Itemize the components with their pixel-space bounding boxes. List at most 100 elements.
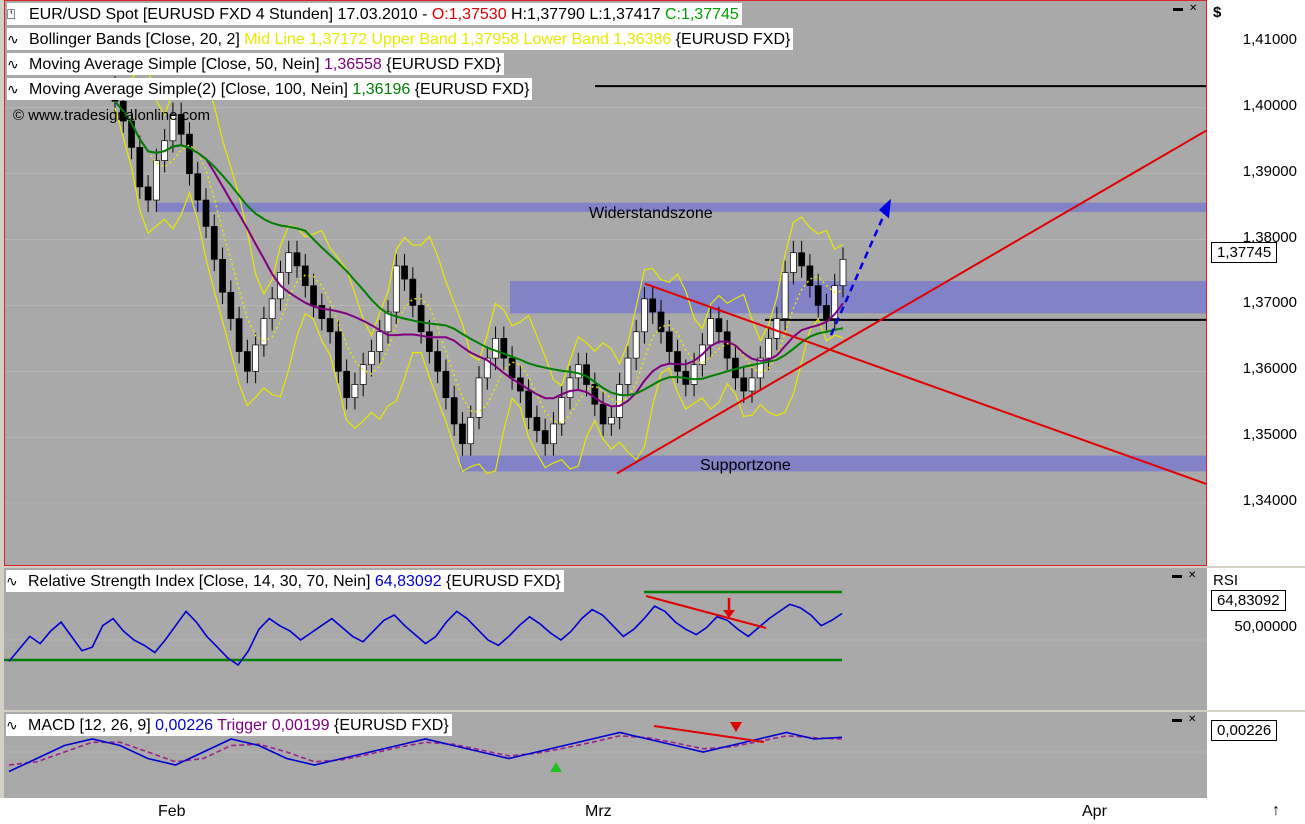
ma50-header[interactable]: ∿ Moving Average Simple [Close, 50, Nein]…	[7, 53, 504, 75]
candle-body	[368, 351, 375, 366]
x-label-apr: Apr	[1082, 803, 1107, 820]
forecast-arrow	[829, 207, 889, 336]
bollinger-label: Bollinger Bands [Close, 20, 2]	[29, 31, 245, 48]
candle-body	[781, 272, 789, 319]
candle-body	[268, 298, 276, 319]
close-icon[interactable]: ✕	[1188, 570, 1196, 581]
macd-label: MACD [12, 26, 9]	[28, 717, 156, 734]
rsi-pane[interactable]: ∿ Relative Strength Index [Close, 14, 30,…	[4, 568, 1207, 710]
candle-body	[202, 199, 210, 227]
candle-body	[310, 285, 317, 306]
bollinger-header[interactable]: ∿ Bollinger Bands [Close, 20, 2] Mid Line…	[7, 28, 794, 50]
wave-icon: ∿	[7, 81, 19, 97]
wave-icon: ∿	[6, 717, 18, 733]
macd-divergence-line	[653, 725, 765, 743]
macd-value: 0,00226	[155, 717, 214, 734]
candle-body	[624, 357, 632, 385]
candle-body	[459, 423, 466, 445]
minimize-icon[interactable]: ▬	[1172, 570, 1182, 581]
rsi-axis[interactable]: RSI 64,83092 50,00000	[1207, 568, 1305, 710]
candle-body	[798, 252, 805, 267]
candle-body	[442, 370, 450, 398]
price-tick-label: 1,35000	[1242, 426, 1297, 444]
candle-body	[541, 430, 549, 445]
candle-body	[467, 417, 475, 445]
rsi-value: 64,83092	[374, 573, 442, 590]
candle-body	[252, 344, 259, 372]
price-axis[interactable]: $ 1,41000 1,40000 1,39000 1,38000 1,37000 1,3…	[1207, 0, 1305, 566]
candle-body	[244, 351, 251, 372]
macd-header[interactable]: ∿ MACD [12, 26, 9] 0,00226 Trigger 0,0019…	[6, 714, 452, 736]
candle-body	[566, 377, 574, 398]
candle-body	[219, 258, 226, 293]
forecast-arrow-head	[879, 198, 891, 219]
ma50-label: Moving Average Simple [Close, 50, Nein]	[29, 56, 324, 73]
macd-trigger-value: Trigger 0,00199	[213, 717, 330, 734]
candle-body	[690, 364, 698, 385]
rsi-last-box: 64,83092	[1211, 590, 1286, 611]
rsi-label: Relative Strength Index [Close, 14, 30, …	[28, 573, 375, 590]
candle-body	[525, 390, 532, 418]
x-label-mrz: Mrz	[585, 803, 612, 820]
candle-body	[409, 278, 417, 306]
price-tick-label: 1,36000	[1242, 360, 1297, 378]
scroll-up-icon[interactable]: ↑	[1272, 802, 1280, 820]
ma100-header[interactable]: ∿ Moving Average Simple(2) [Close, 100, N…	[7, 78, 533, 100]
candle-icon: ⍞	[7, 6, 16, 22]
candle-body	[401, 265, 408, 280]
price-tick-label: 1,41000	[1242, 31, 1297, 48]
ma100-label: Moving Average Simple(2) [Close, 100, Ne…	[29, 81, 353, 98]
rsi-symbol: {EURUSD FXD}	[441, 573, 561, 590]
candle-body	[740, 377, 748, 392]
minimize-icon[interactable]: ▬	[1173, 3, 1183, 14]
candle-body	[574, 364, 582, 379]
time-axis[interactable]: Feb Mrz Apr ↑	[0, 798, 1305, 824]
last-price-box: 1,37745	[1211, 242, 1278, 263]
macd-axis[interactable]: 0,00226	[1207, 712, 1305, 798]
wave-icon: ∿	[6, 573, 18, 589]
candle-body	[186, 133, 193, 175]
candle-body	[715, 318, 723, 333]
candle-body	[293, 252, 301, 267]
candle-body	[508, 357, 516, 379]
bollinger-upper-line	[114, 67, 844, 387]
price-zone	[460, 455, 1206, 472]
macd-last-box: 0,00226	[1211, 720, 1278, 741]
wave-icon: ∿	[7, 56, 19, 72]
candle-body	[665, 331, 673, 352]
candle-body	[235, 318, 243, 352]
ma50-symbol: {EURUSD FXD}	[381, 56, 501, 73]
rsi-header[interactable]: ∿ Relative Strength Index [Close, 14, 30,…	[6, 570, 564, 592]
x-label-feb: Feb	[158, 803, 186, 820]
high-value: H:1,37790	[506, 6, 585, 23]
candle-body	[227, 291, 235, 319]
support-zone-label: Supportzone	[700, 457, 791, 474]
macd-pane[interactable]: ∿ MACD [12, 26, 9] 0,00226 Trigger 0,0019…	[4, 712, 1207, 798]
price-zone	[510, 281, 1206, 314]
candle-body	[434, 351, 441, 372]
candle-body	[641, 298, 648, 333]
candle-body	[326, 318, 334, 333]
ma50-value: 1,36558	[323, 56, 382, 73]
candle-body	[773, 318, 781, 339]
candle-body	[210, 226, 218, 260]
price-unit: $	[1213, 4, 1222, 21]
candle-body	[153, 160, 160, 201]
candle-body	[285, 252, 293, 273]
price-header-text: EUR/USD Spot [EURUSD FXD 4 Stunden] 17.0…	[29, 6, 432, 23]
close-value: C:1,37745	[660, 6, 739, 23]
candle-body	[335, 331, 342, 372]
candle-body	[492, 338, 499, 359]
close-icon[interactable]: ✕	[1188, 714, 1196, 725]
price-pane[interactable]: ⍞ EUR/USD Spot [EURUSD FXD 4 Stunden] 17.…	[4, 0, 1207, 566]
candle-body	[550, 423, 557, 445]
price-header[interactable]: ⍞ EUR/USD Spot [EURUSD FXD 4 Stunden] 17.…	[7, 3, 742, 25]
minimize-icon[interactable]: ▬	[1172, 714, 1182, 725]
candle-body	[351, 384, 359, 398]
copyright: © www.tradesignalonline.com	[13, 107, 210, 124]
bollinger-values: Mid Line 1,37172 Upper Band 1,37958 Lowe…	[244, 31, 672, 48]
close-icon[interactable]: ✕	[1189, 3, 1197, 14]
candle-body	[649, 298, 657, 313]
candle-body	[426, 331, 433, 352]
macd-sell-arrow	[730, 722, 742, 732]
